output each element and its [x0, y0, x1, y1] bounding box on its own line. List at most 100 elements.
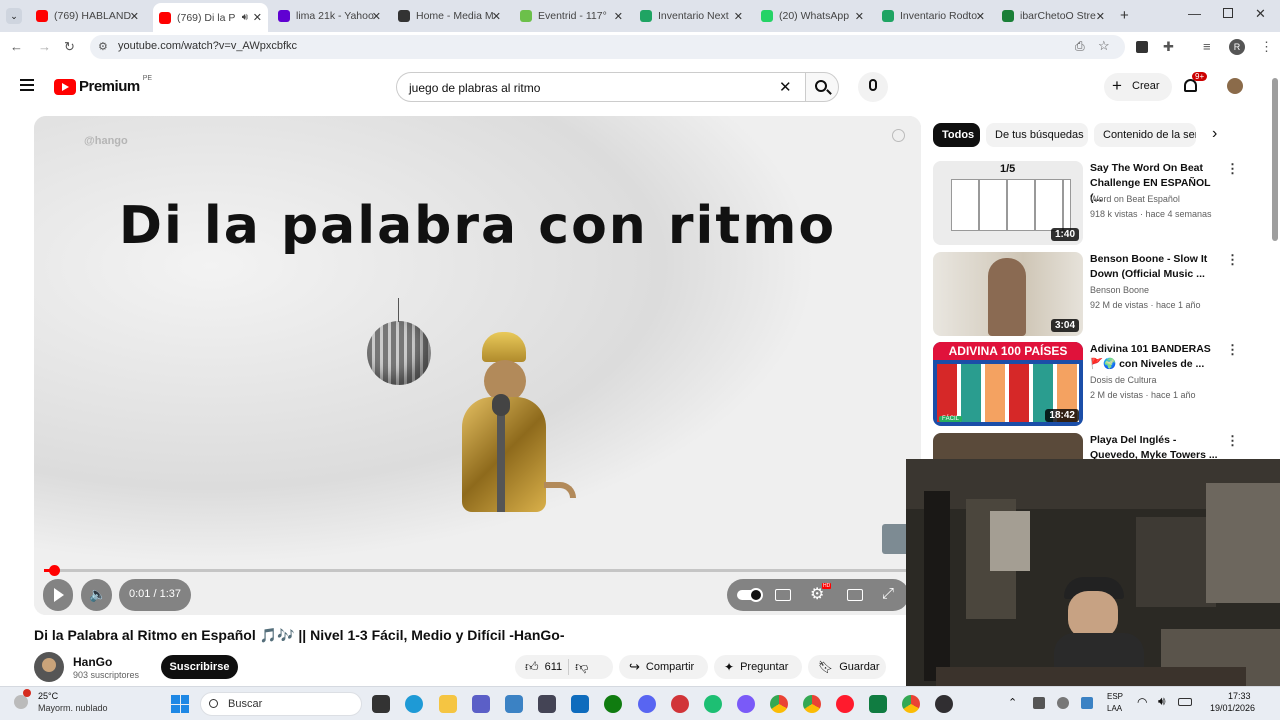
bookmark-star-icon[interactable]: ☆ [1098, 38, 1110, 54]
play-button[interactable] [43, 579, 73, 611]
forward-icon[interactable]: → [38, 40, 51, 54]
recommendation-channel[interactable]: Dosis de Cultura [1090, 375, 1157, 385]
media-control-icon[interactable]: ≡ [1203, 40, 1211, 54]
xbox-icon[interactable] [604, 695, 622, 713]
discord-icon[interactable] [638, 695, 656, 713]
search-button[interactable] [805, 72, 839, 102]
site-info-icon[interactable]: ⚙ [98, 40, 108, 53]
clear-search-icon[interactable]: ✕ [779, 78, 792, 96]
recommendation-channel[interactable]: Benson Boone [1090, 285, 1149, 295]
progress-bar[interactable] [44, 565, 908, 576]
app-green-icon[interactable] [704, 695, 722, 713]
fullscreen-icon[interactable]: ⤢ [882, 585, 894, 602]
subscribe-button[interactable]: Suscribirse [161, 655, 238, 679]
video-info-icon[interactable] [892, 129, 905, 142]
new-tab-button[interactable]: + [1120, 7, 1129, 24]
wifi-icon[interactable]: ◠ [1137, 695, 1147, 709]
autoplay-toggle[interactable] [737, 588, 763, 602]
browser-tab[interactable]: (769) Di la P ✕ 🔊︎ [153, 3, 268, 32]
youtube-logo[interactable]: Premium PE [54, 75, 152, 95]
share-button[interactable]: ↪ Compartir [619, 655, 708, 679]
profile-avatar[interactable]: R [1229, 39, 1245, 55]
recommendation-title[interactable]: Benson Boone - Slow It Down (Official Mu… [1090, 252, 1220, 282]
puzzle-extensions-icon[interactable]: ✚ [1163, 40, 1174, 54]
tray-icon-2[interactable] [1057, 697, 1069, 709]
extension-icon[interactable] [1136, 41, 1148, 53]
reload-icon[interactable]: ↻ [64, 40, 75, 54]
menu-hamburger-icon[interactable] [20, 79, 34, 91]
tab-close-icon[interactable]: ✕ [976, 10, 985, 23]
ask-button[interactable]: ✦ Preguntar [714, 655, 802, 679]
back-icon[interactable]: ← [10, 40, 23, 54]
more-options-icon[interactable]: ⋮ [1226, 433, 1239, 449]
windows-start-icon[interactable] [171, 695, 189, 713]
powerautomate-icon[interactable] [571, 695, 589, 713]
progress-scrubber[interactable] [48, 565, 60, 576]
tab-close-icon[interactable]: ✕ [253, 11, 262, 24]
browser-tab[interactable]: Home - Media M ✕ [392, 4, 507, 28]
obs-icon[interactable] [935, 695, 953, 713]
tab-close-icon[interactable]: ✕ [492, 10, 501, 23]
search-input[interactable]: juego de plabras al ritmo ✕ [396, 72, 806, 102]
maximize-button[interactable] [1223, 8, 1233, 18]
lang-top[interactable]: ESP [1107, 692, 1123, 701]
address-bar[interactable]: ⚙ youtube.com/watch?v=v_AWpxcbfkc ⎙ ☆ [90, 35, 1125, 59]
browser-tab[interactable]: Eventrid - 117° ✕ [514, 4, 629, 28]
tab-close-icon[interactable]: ✕ [614, 10, 623, 23]
recommendation-thumbnail[interactable]: ADIVINA 100 PAÍSES FÁCIL 18:42 [933, 342, 1083, 426]
chrome-profile-icon[interactable] [803, 695, 821, 713]
video-player[interactable]: @hango Di la palabra con ritmo 🔈 0:01 / … [34, 116, 921, 615]
recommendation-thumbnail[interactable]: 1/5 1:40 [933, 161, 1083, 245]
tab-close-icon[interactable]: ✕ [1096, 10, 1105, 23]
minimize-button[interactable]: — [1188, 6, 1201, 21]
chip-contenido-serie[interactable]: Contenido de la ser [1094, 123, 1196, 147]
channel-avatar[interactable] [34, 652, 64, 682]
close-window-button[interactable]: ✕ [1255, 6, 1266, 22]
install-icon[interactable]: ⎙ [1075, 39, 1085, 54]
more-options-icon[interactable]: ⋮ [1226, 161, 1239, 177]
tray-icon-1[interactable] [1033, 697, 1045, 709]
create-button[interactable]: + Crear [1104, 73, 1172, 101]
tab-close-icon[interactable]: ✕ [130, 10, 139, 23]
tab-close-icon[interactable]: ✕ [372, 10, 381, 23]
browser-tab[interactable]: Inventario Rodto ✕ [876, 4, 991, 28]
weather-widget[interactable]: 25°C Mayorm. nublado [10, 689, 120, 717]
voice-search-button[interactable] [858, 72, 888, 102]
more-options-icon[interactable]: ⋮ [1226, 252, 1239, 268]
copilot-icon[interactable] [737, 695, 755, 713]
channel-name[interactable]: HanGo [73, 655, 112, 669]
browser-tab[interactable]: (769) HABLAND ✕ [30, 4, 145, 28]
recommendation-channel[interactable]: Word on Beat Español [1090, 194, 1180, 204]
clock-time[interactable]: 17:33 [1228, 691, 1251, 701]
tab-search-icon[interactable]: ⌄ [6, 8, 22, 24]
file-explorer-icon[interactable] [372, 695, 390, 713]
browser-tab[interactable]: lima 21k - Yahoo ✕ [272, 4, 387, 28]
store-icon[interactable] [505, 695, 523, 713]
clock-date[interactable]: 19/01/2026 [1210, 703, 1255, 713]
excel-icon[interactable] [869, 695, 887, 713]
account-avatar[interactable] [1227, 78, 1243, 94]
tab-close-icon[interactable]: ✕ [734, 10, 743, 23]
browser-menu-icon[interactable]: ⋮ [1260, 40, 1273, 54]
taskbar-search-box[interactable]: Buscar [200, 692, 362, 716]
save-button[interactable]: 🔖︎ Guardar [808, 655, 886, 679]
recommendation-title[interactable]: Adivina 101 BANDERAS 🚩🌍 con Niveles de .… [1090, 342, 1220, 372]
speaker-icon[interactable]: 🔊︎ [1158, 694, 1166, 709]
opera-icon[interactable] [836, 695, 854, 713]
page-scrollbar[interactable] [1272, 78, 1278, 241]
browser-tab[interactable]: ibarChetoO Stre ✕ [996, 4, 1111, 28]
browser-tab[interactable]: (20) WhatsApp ✕ [755, 4, 870, 28]
browser-tab[interactable]: Inventario Next ✕ [634, 4, 749, 28]
volume-button[interactable]: 🔈 [81, 579, 112, 611]
tab-audio-icon[interactable]: 🔊︎ [242, 12, 248, 23]
chevron-right-icon[interactable]: › [1212, 125, 1217, 143]
chrome-alt-icon[interactable] [902, 695, 920, 713]
recommendation-thumbnail[interactable]: 3:04 [933, 252, 1083, 336]
theater-mode-icon[interactable] [847, 589, 863, 601]
teams-icon[interactable] [472, 695, 490, 713]
subtitles-icon[interactable] [775, 589, 791, 601]
folder-icon[interactable] [439, 695, 457, 713]
chip-todos[interactable]: Todos [933, 123, 980, 147]
chrome-icon[interactable] [770, 695, 788, 713]
chip-de-tus-busquedas[interactable]: De tus búsquedas [986, 123, 1088, 147]
